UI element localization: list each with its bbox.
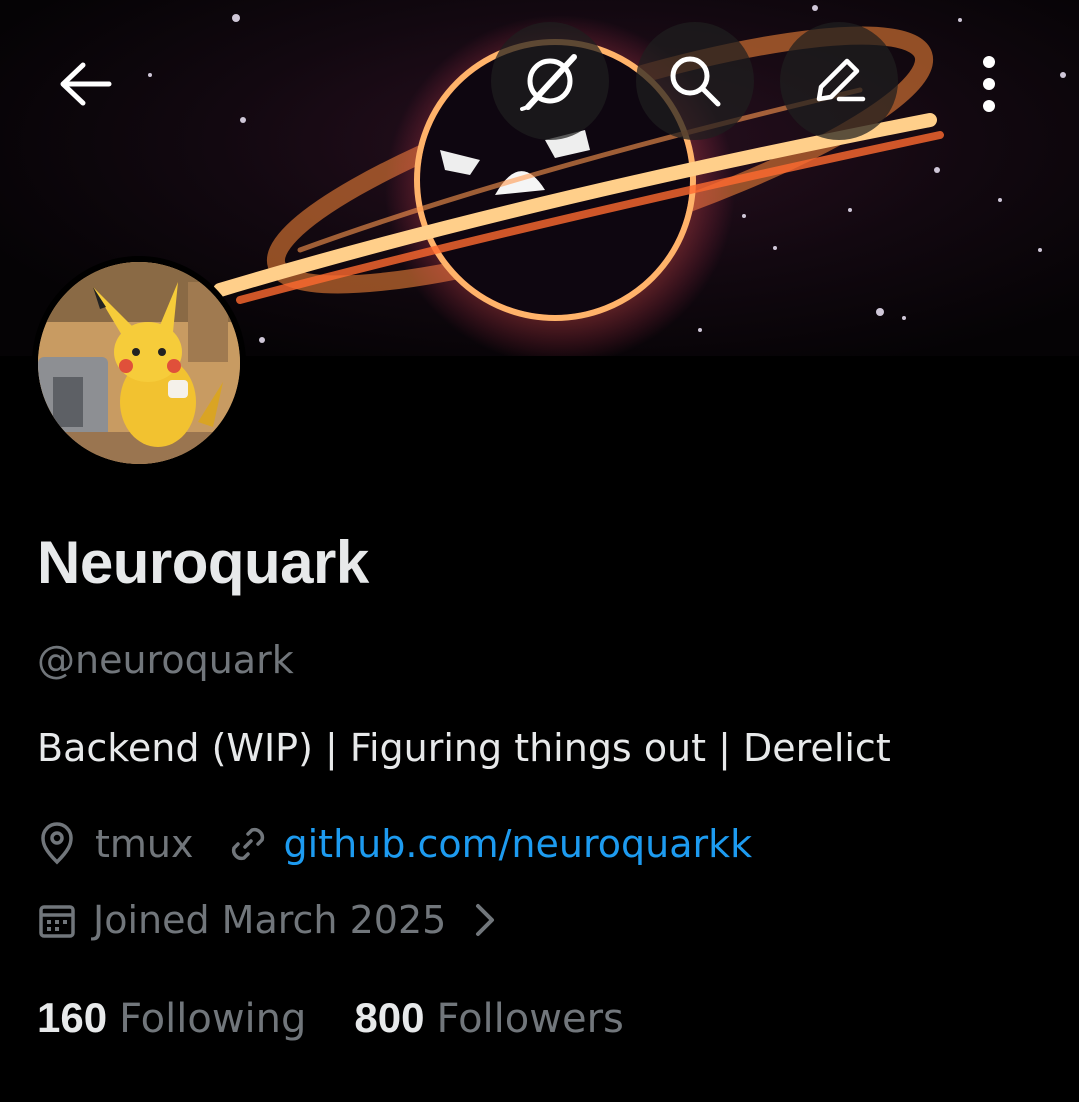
search-button[interactable] <box>636 22 754 140</box>
username-handle: @neuroquark <box>37 638 294 682</box>
chevron-right-icon <box>474 902 496 938</box>
following-label: Following <box>119 996 307 1042</box>
edit-profile-button[interactable] <box>780 22 898 140</box>
more-options-button[interactable] <box>958 45 1020 123</box>
follow-stats: 160 Following 800 Followers <box>37 994 624 1042</box>
search-icon <box>670 56 721 107</box>
edit-icon <box>816 58 866 102</box>
calendar-icon <box>37 900 77 940</box>
bio-text: Backend (WIP) | Figuring things out | De… <box>37 726 891 770</box>
location-text: tmux <box>95 822 194 866</box>
following-stat[interactable]: 160 Following <box>37 994 306 1042</box>
back-button[interactable] <box>46 45 124 123</box>
followers-count: 800 <box>354 994 425 1041</box>
display-name: Neuroquark <box>37 529 369 596</box>
more-vertical-icon <box>983 56 995 112</box>
followers-label: Followers <box>436 996 624 1042</box>
profile-meta-row: tmux github.com/neuroquarkk <box>37 822 752 866</box>
grok-icon <box>520 54 577 111</box>
website-link[interactable]: github.com/neuroquarkk <box>284 822 753 866</box>
back-arrow-icon <box>60 62 112 106</box>
location-pin-icon <box>37 822 77 866</box>
grok-button[interactable] <box>491 22 609 140</box>
joined-date-text: Joined March 2025 <box>93 898 447 942</box>
followers-stat[interactable]: 800 Followers <box>354 994 623 1042</box>
link-icon <box>228 824 268 864</box>
avatar[interactable] <box>32 256 246 470</box>
joined-row[interactable]: Joined March 2025 <box>37 898 496 942</box>
avatar-image <box>38 262 240 464</box>
following-count: 160 <box>37 994 108 1041</box>
